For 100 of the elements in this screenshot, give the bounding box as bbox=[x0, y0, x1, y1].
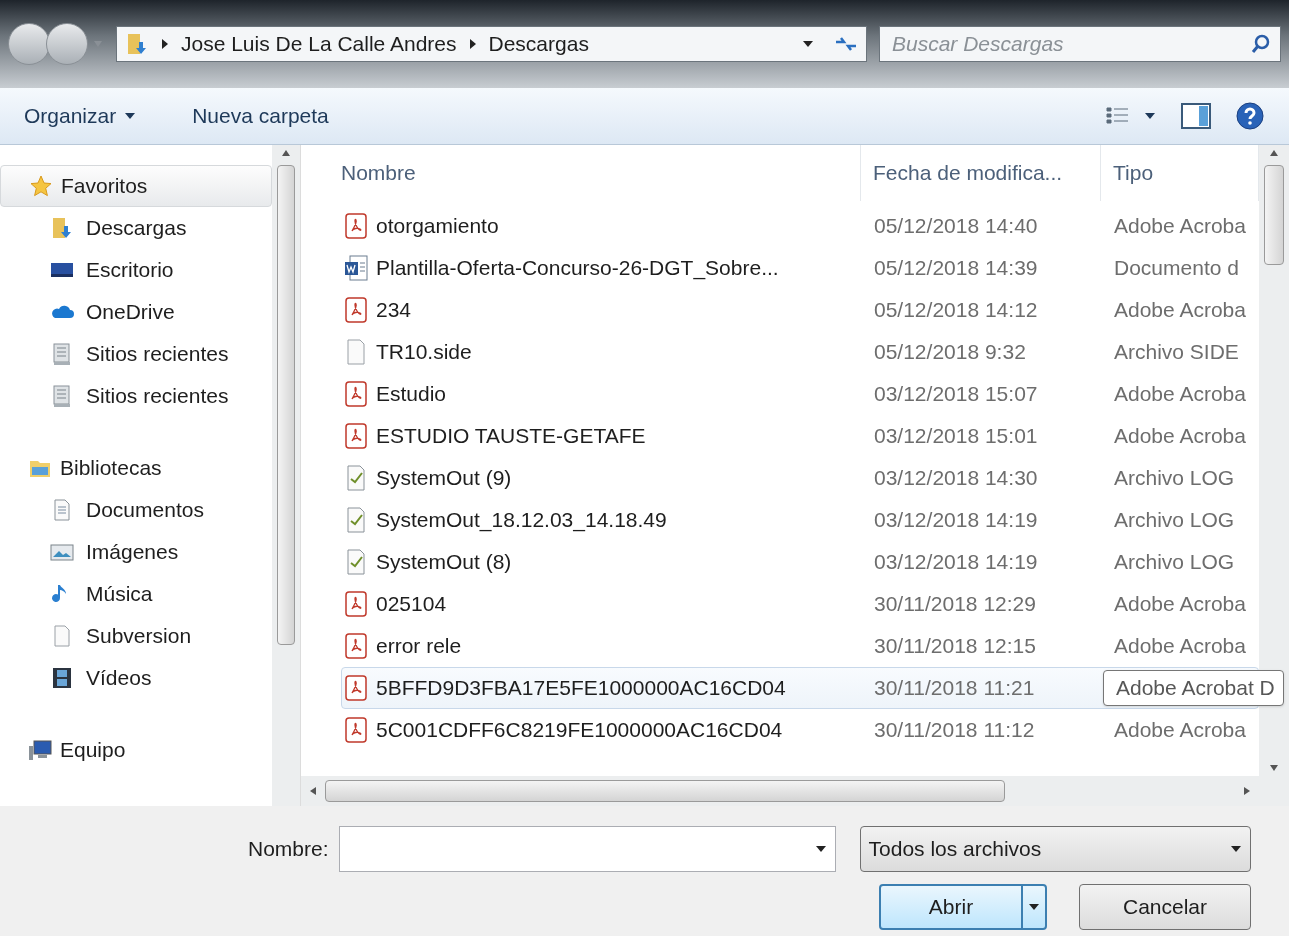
scroll-down-icon[interactable] bbox=[1269, 764, 1279, 772]
scroll-thumb[interactable] bbox=[325, 780, 1005, 802]
breadcrumb[interactable]: Jose Luis De La Calle Andres bbox=[181, 28, 457, 60]
pdf-file-icon bbox=[344, 381, 368, 407]
sidebar-item[interactable]: Música bbox=[0, 573, 272, 615]
pdf-file-icon bbox=[344, 633, 368, 659]
vertical-scrollbar[interactable] bbox=[1259, 145, 1289, 776]
file-row[interactable]: error rele 30/11/2018 12:15 Adobe Acroba bbox=[341, 625, 1259, 667]
sidebar-item[interactable]: Sitios recientes bbox=[0, 375, 272, 417]
file-row[interactable]: SystemOut (8) 03/12/2018 14:19 Archivo LOG bbox=[341, 541, 1259, 583]
file-type: Adobe Acroba bbox=[1113, 633, 1246, 660]
sidebar-item[interactable]: OneDrive bbox=[0, 291, 272, 333]
file-type: Adobe Acroba bbox=[1113, 423, 1246, 450]
open-button[interactable]: Abrir bbox=[879, 884, 1047, 930]
column-header[interactable]: Fecha de modifica... bbox=[861, 145, 1101, 201]
cancel-button[interactable]: Cancelar bbox=[1079, 884, 1251, 930]
modified-date: 30/11/2018 11:12 bbox=[873, 717, 1036, 744]
pdf-file-icon bbox=[344, 423, 368, 449]
modified-date: 03/12/2018 14:19 bbox=[873, 549, 1039, 576]
file-name: TR10.side bbox=[376, 339, 472, 366]
breadcrumb[interactable]: Descargas bbox=[488, 28, 589, 60]
file-type: Archivo LOG bbox=[1113, 465, 1235, 492]
back-button[interactable] bbox=[8, 23, 50, 65]
word-document-icon bbox=[344, 255, 368, 281]
help-icon[interactable] bbox=[1235, 101, 1265, 131]
file-row[interactable]: 234 05/12/2018 14:12 Adobe Acroba bbox=[341, 289, 1259, 331]
sidebar-item[interactable]: Vídeos bbox=[0, 657, 272, 699]
type-tooltip: Adobe Acrobat D bbox=[1103, 670, 1284, 706]
file-type: Archivo SIDE bbox=[1113, 339, 1239, 366]
sidebar-item[interactable]: Descargas bbox=[0, 207, 272, 249]
organize-menu[interactable]: Organizar bbox=[24, 100, 137, 132]
file-type: Adobe Acroba bbox=[1113, 717, 1246, 744]
filename-field[interactable] bbox=[338, 826, 836, 872]
sidebar-item[interactable]: Imágenes bbox=[0, 531, 272, 573]
scroll-thumb[interactable] bbox=[1264, 165, 1284, 265]
search-icon[interactable] bbox=[1251, 34, 1271, 54]
view-options-icon[interactable] bbox=[1105, 105, 1157, 127]
new-folder-button[interactable]: Nueva carpeta bbox=[192, 100, 329, 132]
file-name: 5BFFD9D3FBA17E5FE1000000AC16CD04 bbox=[376, 675, 786, 702]
pdf-file-icon bbox=[344, 297, 368, 323]
sidebar-group[interactable]: Equipo bbox=[0, 729, 272, 771]
text-file-icon bbox=[344, 465, 368, 491]
dropdown-caret-icon bbox=[814, 845, 827, 853]
chevron-right-icon bbox=[468, 38, 477, 50]
modified-date: 03/12/2018 15:01 bbox=[873, 423, 1039, 450]
scroll-right-icon[interactable] bbox=[1243, 786, 1251, 796]
file-name: ESTUDIO TAUSTE-GETAFE bbox=[376, 423, 646, 450]
file-type: Archivo LOG bbox=[1113, 507, 1235, 534]
folder-download-icon bbox=[50, 216, 74, 240]
film-icon bbox=[50, 666, 74, 690]
file-row[interactable]: ESTUDIO TAUSTE-GETAFE 03/12/2018 15:01 Adobe Acroba bbox=[341, 415, 1259, 457]
caret-icon bbox=[1230, 845, 1242, 853]
modified-date: 03/12/2018 14:30 bbox=[873, 465, 1039, 492]
search-field[interactable]: Buscar Descargas bbox=[879, 26, 1281, 62]
file-name: Estudio bbox=[376, 381, 447, 408]
modified-date: 03/12/2018 14:19 bbox=[873, 507, 1039, 534]
forward-button[interactable] bbox=[46, 23, 88, 65]
modified-date: 05/12/2018 14:40 bbox=[873, 213, 1039, 240]
file-row[interactable]: TR10.side 05/12/2018 9:32 Archivo SIDE bbox=[341, 331, 1259, 373]
sidebar-item[interactable]: Sitios recientes bbox=[0, 333, 272, 375]
scroll-thumb[interactable] bbox=[277, 165, 295, 645]
file-type: Archivo LOG bbox=[1113, 549, 1235, 576]
file-type: Adobe Acroba bbox=[1113, 381, 1246, 408]
sidebar-scrollbar[interactable] bbox=[272, 145, 300, 806]
file-name: error rele bbox=[376, 633, 462, 660]
modified-date: 03/12/2018 15:07 bbox=[873, 381, 1039, 408]
horizontal-scrollbar[interactable] bbox=[301, 776, 1289, 806]
file-row[interactable]: SystemOut (9) 03/12/2018 14:30 Archivo LOG bbox=[341, 457, 1259, 499]
pdf-file-icon bbox=[344, 717, 368, 743]
preview-pane-icon[interactable] bbox=[1181, 103, 1211, 129]
scroll-up-icon[interactable] bbox=[1269, 149, 1279, 157]
pdf-file-icon bbox=[344, 213, 368, 239]
dropdown-caret-icon bbox=[1028, 903, 1040, 911]
file-row[interactable]: Plantilla-Oferta-Concurso-26-DGT_Sobre... 05/12/2018 14:39 Documento d bbox=[341, 247, 1259, 289]
sidebar-item[interactable]: Subversion bbox=[0, 615, 272, 657]
pdf-file-icon bbox=[344, 591, 368, 617]
file-name: SystemOut (9) bbox=[376, 465, 512, 492]
file-row[interactable]: otorgamiento 05/12/2018 14:40 Adobe Acroba bbox=[341, 205, 1259, 247]
modified-date: 30/11/2018 11:21 bbox=[873, 675, 1036, 702]
file-row[interactable]: 5C001CDFF6C8219FE1000000AC16CD04 30/11/2018 11:12 Adobe Acroba bbox=[341, 709, 1259, 751]
modified-date: 30/11/2018 12:29 bbox=[873, 591, 1037, 618]
sidebar-group[interactable]: Favoritos bbox=[0, 165, 272, 207]
modified-date: 05/12/2018 14:39 bbox=[873, 255, 1039, 282]
file-name: otorgamiento bbox=[376, 213, 499, 240]
file-row[interactable]: SystemOut_18.12.03_14.18.49 03/12/2018 14:19 Archivo LOG bbox=[341, 499, 1259, 541]
file-type: Adobe Acroba bbox=[1113, 591, 1246, 618]
scroll-up-icon[interactable] bbox=[281, 149, 291, 157]
scroll-left-icon[interactable] bbox=[309, 786, 317, 796]
address-field[interactable]: Jose Luis De La Calle Andres Descargas bbox=[116, 26, 867, 62]
file-type-dropdown[interactable]: Todos los archivos bbox=[859, 826, 1251, 872]
file-name: SystemOut_18.12.03_14.18.49 bbox=[376, 507, 667, 534]
file-row[interactable]: 025104 30/11/2018 12:29 Adobe Acroba bbox=[341, 583, 1259, 625]
dropdown-caret-icon[interactable] bbox=[802, 39, 814, 49]
sidebar-item[interactable]: Documentos bbox=[0, 489, 272, 531]
filename-label: Nombre: bbox=[248, 836, 329, 863]
file-row[interactable]: Estudio 03/12/2018 15:07 Adobe Acroba bbox=[341, 373, 1259, 415]
sidebar-item[interactable]: Escritorio bbox=[0, 249, 272, 291]
column-header[interactable]: Nombre bbox=[341, 145, 861, 201]
file-type: Adobe Acroba bbox=[1113, 213, 1246, 240]
sidebar-group[interactable]: Bibliotecas bbox=[0, 447, 272, 489]
